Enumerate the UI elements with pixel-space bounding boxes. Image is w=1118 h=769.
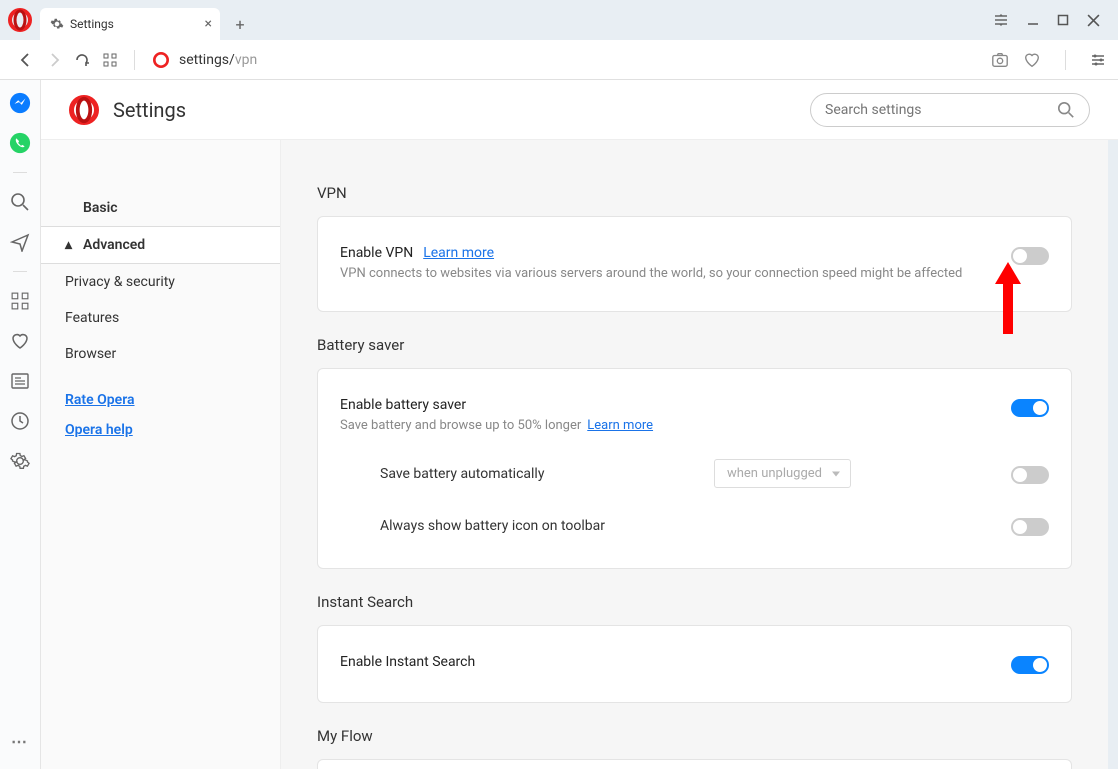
section-instant-title: Instant Search <box>317 593 1072 611</box>
address-bar[interactable]: settings/vpn <box>145 52 991 68</box>
whatsapp-icon[interactable] <box>9 132 31 154</box>
url-path: vpn <box>235 52 257 68</box>
sidebar-item-browser[interactable]: Browser <box>41 336 280 372</box>
heart-icon[interactable] <box>1023 51 1041 69</box>
enable-battery-label: Enable battery saver <box>340 397 1011 413</box>
sidebar-item-advanced[interactable]: ▴Advanced <box>41 226 280 264</box>
settings-sidebar: Basic ▴Advanced Privacy & security Featu… <box>41 140 281 769</box>
send-dock-icon[interactable] <box>9 231 31 253</box>
save-battery-auto-label: Save battery automatically <box>380 466 714 482</box>
easy-setup-toolbar-icon[interactable] <box>1090 52 1106 68</box>
search-input[interactable] <box>825 102 1057 118</box>
new-tab-button[interactable]: + <box>228 12 252 36</box>
title-bar: Settings × + <box>0 0 1118 40</box>
section-vpn-title: VPN <box>317 184 1072 202</box>
speed-dial-dock-icon[interactable] <box>9 290 31 312</box>
close-tab-icon[interactable]: × <box>205 16 212 32</box>
close-window-icon[interactable] <box>1087 14 1100 27</box>
snapshot-icon[interactable] <box>991 51 1009 69</box>
messenger-icon[interactable] <box>9 92 31 114</box>
page-title: Settings <box>113 98 810 122</box>
battery-card: Enable battery saver Save battery and br… <box>317 368 1072 569</box>
history-dock-icon[interactable] <box>9 410 31 432</box>
dock-more-icon[interactable]: ⋯ <box>11 732 29 751</box>
vpn-card: Enable VPNLearn more VPN connects to web… <box>317 216 1072 312</box>
save-battery-auto-toggle[interactable] <box>1011 466 1049 484</box>
forward-button[interactable] <box>40 46 68 74</box>
back-button[interactable] <box>12 46 40 74</box>
sidebar-item-basic[interactable]: Basic <box>41 190 280 226</box>
myflow-card: My Flow is your personal space for links… <box>317 759 1072 769</box>
opera-logo-icon <box>8 8 32 32</box>
enable-battery-desc: Save battery and browse up to 50% longer… <box>340 417 1011 435</box>
opera-url-icon <box>153 52 169 68</box>
instant-card: Enable Instant Search <box>317 625 1072 703</box>
opera-header-icon <box>69 95 99 125</box>
rate-opera-link[interactable]: Rate Opera <box>65 392 256 408</box>
opera-help-link[interactable]: Opera help <box>65 422 256 438</box>
search-dock-icon[interactable] <box>9 191 31 213</box>
speed-dial-button[interactable] <box>96 46 124 74</box>
caret-up-icon: ▴ <box>65 237 75 253</box>
minimize-icon[interactable] <box>1027 14 1039 26</box>
sidebar-item-privacy[interactable]: Privacy & security <box>41 264 280 300</box>
search-icon <box>1057 101 1075 119</box>
reload-button[interactable] <box>68 46 96 74</box>
sidebar-item-features[interactable]: Features <box>41 300 280 336</box>
url-prefix: settings/ <box>179 52 235 68</box>
browser-tab[interactable]: Settings × <box>40 8 220 40</box>
section-myflow-title: My Flow <box>317 727 1072 745</box>
enable-instant-toggle[interactable] <box>1011 656 1049 674</box>
battery-icon-toolbar-toggle[interactable] <box>1011 518 1049 536</box>
battery-learn-more-link[interactable]: Learn more <box>587 418 653 433</box>
settings-dock-icon[interactable] <box>9 450 31 472</box>
maximize-icon[interactable] <box>1057 14 1069 26</box>
left-dock: ⋯ <box>0 80 41 769</box>
enable-vpn-label: Enable VPNLearn more <box>340 245 1011 261</box>
toolbar: settings/vpn <box>0 40 1118 80</box>
window-controls <box>993 12 1118 28</box>
enable-vpn-toggle[interactable] <box>1011 247 1049 265</box>
search-settings-box[interactable] <box>810 93 1090 127</box>
settings-header: Settings <box>41 80 1118 140</box>
enable-battery-toggle[interactable] <box>1011 399 1049 417</box>
content-scroll[interactable]: VPN Enable VPNLearn more VPN connects to… <box>281 140 1108 769</box>
enable-vpn-desc: VPN connects to websites via various ser… <box>340 265 1011 283</box>
heart-dock-icon[interactable] <box>9 330 31 352</box>
section-battery-title: Battery saver <box>317 336 1072 354</box>
gear-icon <box>50 17 64 31</box>
settings-content: VPN Enable VPNLearn more VPN connects to… <box>281 140 1108 769</box>
news-dock-icon[interactable] <box>9 370 31 392</box>
battery-icon-toolbar-label: Always show battery icon on toolbar <box>380 518 1011 534</box>
tab-title: Settings <box>70 17 114 31</box>
enable-instant-label: Enable Instant Search <box>340 654 1011 670</box>
easy-setup-icon[interactable] <box>993 12 1009 28</box>
vpn-learn-more-link[interactable]: Learn more <box>423 245 494 261</box>
save-battery-auto-select[interactable]: when unplugged <box>714 459 851 488</box>
